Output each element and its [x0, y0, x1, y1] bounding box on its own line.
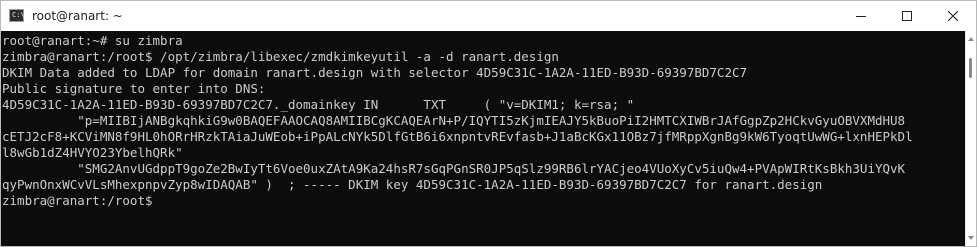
close-icon	[948, 11, 958, 21]
terminal-line: 4D59C31C-1A2A-11ED-B93D-69397BD7C2C7._do…	[2, 97, 635, 112]
vertical-scrollbar[interactable]	[965, 31, 976, 246]
terminal-line: l8wGb1dZ4HVYO23YbelhQRk"	[2, 145, 183, 160]
terminal-line: DKIM Data added to LDAP for domain ranar…	[2, 65, 748, 80]
terminal-window: C:\ root@ranart: ~ root@ranart:~# su zim…	[0, 0, 977, 247]
scroll-down-arrow-icon[interactable]	[968, 236, 974, 240]
cmd-icon-glyph: C:\	[12, 11, 25, 19]
scroll-up-arrow-icon[interactable]	[968, 37, 974, 41]
terminal-output[interactable]: root@ranart:~# su zimbra zimbra@ranart:/…	[1, 31, 965, 246]
window-title: root@ranart: ~	[32, 9, 123, 23]
terminal-line: qyPwnOnxWCvVLsMhexpnpvZyp8wIDAQAB" ) ; -…	[2, 177, 823, 192]
title-bar[interactable]: C:\ root@ranart: ~	[1, 1, 976, 31]
terminal-line: root@ranart:~# su zimbra	[2, 33, 183, 48]
scroll-thumb[interactable]	[969, 58, 972, 78]
terminal-line: cETJ2cF8+KCViMN8f9HL0hORrHRzkTAiaJuWEob+…	[2, 129, 913, 144]
terminal-line: Public signature to enter into DNS:	[2, 81, 266, 96]
close-button[interactable]	[930, 1, 976, 31]
maximize-icon	[902, 11, 912, 21]
window-controls	[838, 1, 976, 31]
terminal-prompt-line[interactable]: zimbra@ranart:/root$	[1, 193, 965, 209]
terminal-line: "p=MIIBIjANBgkqhkiG9w0BAQEFAAOCAQ8AMIIBC…	[2, 113, 906, 128]
minimize-icon	[856, 16, 866, 17]
terminal-line: zimbra@ranart:/root$ /opt/zimbra/libexec…	[2, 49, 559, 64]
maximize-button[interactable]	[884, 1, 930, 31]
cmd-icon[interactable]: C:\	[9, 9, 25, 22]
terminal-line: "SMG2AnvUGdppT9goZe2BwIyTt6Voe0uxZAtA9Ka…	[2, 161, 906, 176]
minimize-button[interactable]	[838, 1, 884, 31]
